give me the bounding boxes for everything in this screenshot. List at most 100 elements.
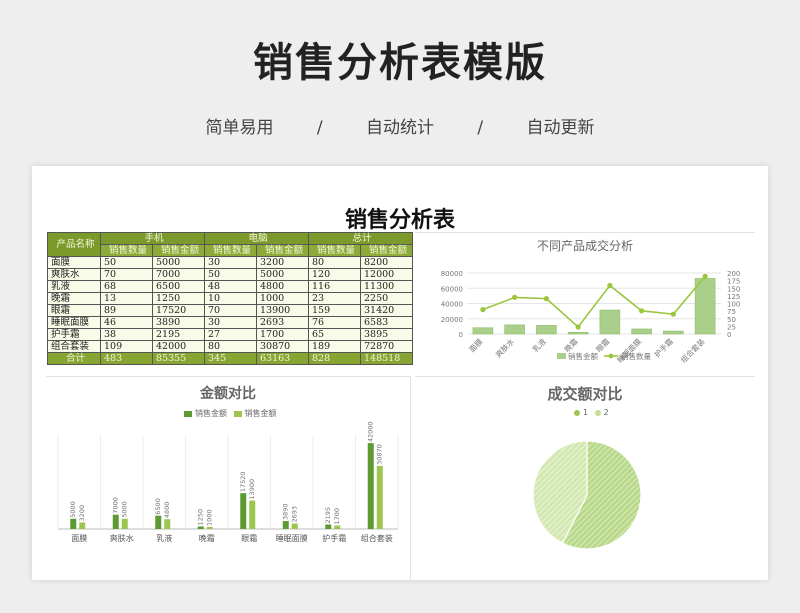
category-label: 护手霜 <box>652 336 675 359</box>
data-label: 7000 <box>112 497 120 514</box>
right-tick-label: 50 <box>727 316 736 324</box>
line-point <box>512 294 518 300</box>
group-computer: 电脑 <box>204 232 309 245</box>
bar-amount <box>155 515 162 529</box>
value-cell: 3200 <box>256 256 309 269</box>
data-label: 17520 <box>239 471 247 492</box>
bar-amount <box>164 519 171 529</box>
total-cell: 345 <box>204 352 257 365</box>
data-label: 5000 <box>121 501 129 518</box>
value-cell: 6500 <box>152 280 205 293</box>
line-point <box>480 307 486 313</box>
table-row: 睡眠面膜 46 3890 30 2693 76 6583 <box>47 316 413 329</box>
bar-amount <box>206 526 213 529</box>
value-cell: 65 <box>308 328 361 341</box>
data-label: 3200 <box>78 505 86 522</box>
total-label: 合计 <box>47 352 101 365</box>
bar-amount <box>291 523 298 529</box>
value-cell: 70 <box>204 304 257 317</box>
pie-chart-panel: 成交额对比 1 2 <box>415 376 755 580</box>
bar-amount <box>367 443 374 529</box>
subcol: 销售数量 <box>100 244 153 257</box>
line-point <box>670 311 676 317</box>
product-name-cell: 面膜 <box>47 256 101 269</box>
value-cell: 23 <box>308 292 361 305</box>
table-row: 护手霜 38 2195 27 1700 65 3895 <box>47 328 413 341</box>
line-point <box>702 273 708 279</box>
tag-auto-update: 自动更新 <box>526 118 595 138</box>
table-row: 面膜 50 5000 30 3200 80 8200 <box>47 256 413 269</box>
header-row-subcols: 销售数量 销售金额 销售数量 销售金额 销售数量 销售金额 <box>48 244 413 257</box>
category-label: 眼霜 <box>241 534 257 543</box>
data-label: 4800 <box>163 502 171 519</box>
value-cell: 31420 <box>360 304 413 317</box>
value-cell: 17520 <box>152 304 205 317</box>
bar-amount <box>249 500 256 529</box>
product-name-cell: 组合套装 <box>47 340 101 353</box>
bar-amount <box>112 514 119 529</box>
value-cell: 10 <box>204 292 257 305</box>
value-cell: 13 <box>100 292 153 305</box>
category-label: 晚霜 <box>199 533 215 543</box>
bar-amount <box>121 518 128 529</box>
category-label: 爽肤水 <box>493 336 516 359</box>
bar-amount <box>325 524 332 529</box>
bar-amount <box>282 521 289 529</box>
table-row: 组合套装 109 42000 80 30870 189 72870 <box>47 340 413 353</box>
value-cell: 120 <box>308 268 361 281</box>
data-label: 1000 <box>206 509 214 526</box>
subcol: 销售数量 <box>204 244 257 257</box>
table-row: 爽肤水 70 7000 50 5000 120 12000 <box>47 268 413 281</box>
tag-easy: 简单易用 <box>205 118 274 138</box>
left-tick-label: 0 <box>459 331 463 339</box>
bar-amount <box>240 493 247 529</box>
legend-swatch <box>608 353 614 359</box>
value-cell: 1250 <box>152 292 205 305</box>
value-cell: 50 <box>204 268 257 281</box>
legend-swatch <box>557 353 566 359</box>
value-cell: 5000 <box>152 256 205 269</box>
value-cell: 6583 <box>360 316 413 329</box>
table-row: 眼霜 89 17520 70 13900 159 31420 <box>47 304 413 317</box>
subcol: 销售金额 <box>360 244 413 257</box>
bar-amount <box>334 525 341 529</box>
combo-chart: 0200004000060000800000255075100125150175… <box>441 270 741 365</box>
value-cell: 50 <box>100 256 153 269</box>
value-cell: 2693 <box>256 316 309 329</box>
value-cell: 12000 <box>360 268 413 281</box>
category-label: 爽肤水 <box>110 533 134 543</box>
value-cell: 70 <box>100 268 153 281</box>
bar-sales-amount <box>504 324 525 335</box>
bar-sales-amount <box>567 331 589 335</box>
data-label: 3890 <box>282 504 290 521</box>
right-tick-label: 25 <box>727 323 736 331</box>
category-label: 组合套装 <box>361 533 393 543</box>
value-cell: 30 <box>204 316 257 329</box>
subcol: 销售数量 <box>308 244 361 257</box>
value-cell: 2250 <box>360 292 413 305</box>
line-sales-qty <box>482 275 706 329</box>
category-label: 乳液 <box>530 336 548 354</box>
data-label: 13900 <box>248 479 256 500</box>
subcol: 销售金额 <box>152 244 205 257</box>
value-cell: 1700 <box>256 328 309 341</box>
value-cell: 3890 <box>152 316 205 329</box>
line-point <box>575 324 581 330</box>
value-cell: 159 <box>308 304 361 317</box>
value-cell: 8200 <box>360 256 413 269</box>
value-cell: 13900 <box>256 304 309 317</box>
left-tick-label: 60000 <box>441 285 463 293</box>
table-row: 乳液 68 6500 48 4800 116 11300 <box>47 280 413 293</box>
product-name-cell: 爽肤水 <box>47 268 101 281</box>
spreadsheet-preview: 销售分析表 产品名称 手机 电脑 总计 销售数量 销售金额 销售数量 销售金额 … <box>32 166 768 580</box>
category-label: 乳液 <box>156 533 172 543</box>
bar-sales-amount <box>631 328 652 335</box>
bar-sales-amount <box>536 325 557 335</box>
value-cell: 109 <box>100 340 153 353</box>
data-label: 42000 <box>367 421 375 442</box>
product-name-cell: 护手霜 <box>47 328 101 341</box>
table-row: 晚霜 13 1250 10 1000 23 2250 <box>47 292 413 305</box>
bar-amount <box>70 518 77 529</box>
header-row-groups: 产品名称 手机 电脑 总计 <box>47 232 413 257</box>
legend-label: 销售金额 <box>568 351 598 361</box>
